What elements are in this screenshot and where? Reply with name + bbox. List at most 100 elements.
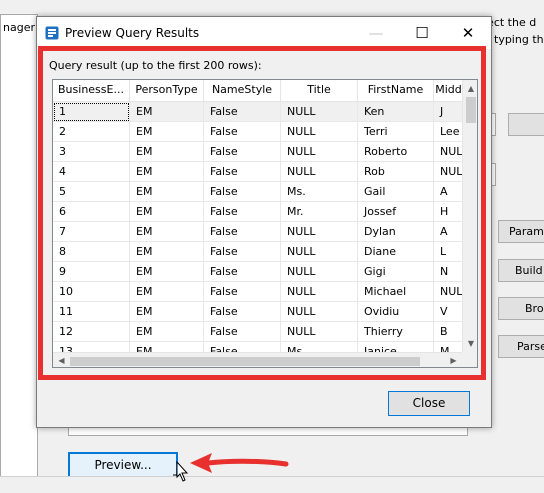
scroll-left-icon[interactable]: ◀ xyxy=(53,353,70,367)
table-cell[interactable]: Terri xyxy=(358,122,434,142)
table-cell[interactable]: Ms. xyxy=(281,182,358,202)
table-cell[interactable]: Gigi xyxy=(358,262,434,282)
table-cell[interactable]: EM xyxy=(130,142,204,162)
table-cell[interactable]: NULL xyxy=(434,282,464,302)
close-button[interactable]: Close xyxy=(388,391,470,416)
column-header[interactable]: Midd xyxy=(434,80,464,102)
table-cell[interactable]: J xyxy=(434,102,464,122)
table-cell[interactable]: EM xyxy=(130,322,204,342)
table-cell[interactable]: NULL xyxy=(281,142,358,162)
table-cell[interactable]: EM xyxy=(130,162,204,182)
table-cell[interactable]: 3 xyxy=(53,142,130,162)
table-cell[interactable]: NULL xyxy=(281,122,358,142)
table-cell[interactable]: EM xyxy=(130,102,204,122)
table-cell[interactable]: Rob xyxy=(358,162,434,182)
table-row[interactable]: 4 EM False NULL Rob NULL xyxy=(53,162,464,182)
table-cell[interactable]: False xyxy=(204,122,281,142)
vertical-scrollbar[interactable]: ▲ ▼ xyxy=(462,80,477,352)
table-cell[interactable]: NULL xyxy=(281,242,358,262)
preview-button[interactable]: Preview... xyxy=(68,452,178,478)
table-cell[interactable]: A xyxy=(434,182,464,202)
table-cell[interactable]: Ken xyxy=(358,102,434,122)
scroll-up-icon[interactable]: ▲ xyxy=(463,80,477,97)
table-cell[interactable]: 2 xyxy=(53,122,130,142)
background-button[interactable] xyxy=(508,113,544,136)
table-cell[interactable]: EM xyxy=(130,122,204,142)
table-row[interactable]: 6 EM False Mr. Jossef H xyxy=(53,202,464,222)
horizontal-scrollbar[interactable]: ◀ ▶ xyxy=(53,352,462,367)
table-cell[interactable]: N xyxy=(434,262,464,282)
table-cell[interactable]: Thierry xyxy=(358,322,434,342)
dialog-title-bar[interactable]: Preview Query Results — ☐ ✕ xyxy=(37,17,491,49)
vertical-scroll-thumb[interactable] xyxy=(466,97,476,123)
table-cell[interactable]: 11 xyxy=(53,302,130,322)
table-cell[interactable]: NULL xyxy=(281,162,358,182)
table-cell[interactable]: 8 xyxy=(53,242,130,262)
table-cell[interactable]: A xyxy=(434,222,464,242)
table-cell[interactable]: V xyxy=(434,302,464,322)
table-cell[interactable]: L xyxy=(434,242,464,262)
table-cell[interactable]: NULL xyxy=(281,102,358,122)
minimize-button[interactable]: — xyxy=(353,17,399,49)
table-cell[interactable]: Ovidiu xyxy=(358,302,434,322)
table-cell[interactable]: EM xyxy=(130,202,204,222)
table-cell[interactable]: NULL xyxy=(281,222,358,242)
horizontal-scroll-thumb[interactable] xyxy=(70,357,420,366)
table-row[interactable]: 12 EM False NULL Thierry B xyxy=(53,322,464,342)
window-close-button[interactable]: ✕ xyxy=(445,17,491,49)
table-cell[interactable]: 10 xyxy=(53,282,130,302)
table-cell[interactable]: 1 xyxy=(53,102,130,122)
table-cell[interactable]: False xyxy=(204,302,281,322)
table-cell[interactable]: B xyxy=(434,322,464,342)
table-cell[interactable]: False xyxy=(204,262,281,282)
table-cell[interactable]: False xyxy=(204,162,281,182)
table-cell[interactable]: Diane xyxy=(358,242,434,262)
table-cell[interactable]: EM xyxy=(130,182,204,202)
column-header[interactable]: FirstName xyxy=(358,80,434,102)
browse-button[interactable]: Bro xyxy=(498,297,544,320)
column-header[interactable]: NameStyle xyxy=(204,80,281,102)
table-cell[interactable]: 9 xyxy=(53,262,130,282)
build-query-button[interactable]: Build xyxy=(498,259,544,282)
table-cell[interactable]: EM xyxy=(130,302,204,322)
table-cell[interactable]: Jossef xyxy=(358,202,434,222)
table-cell[interactable]: NULL xyxy=(281,262,358,282)
parse-query-button[interactable]: Parse xyxy=(498,335,544,358)
table-row[interactable]: 11 EM False NULL Ovidiu V xyxy=(53,302,464,322)
table-cell[interactable]: NULL xyxy=(281,282,358,302)
table-cell[interactable]: Gail xyxy=(358,182,434,202)
table-cell[interactable]: 5 xyxy=(53,182,130,202)
column-header[interactable]: Title xyxy=(281,80,358,102)
table-cell[interactable]: 12 xyxy=(53,322,130,342)
table-cell[interactable]: False xyxy=(204,222,281,242)
table-cell[interactable]: NULL xyxy=(281,302,358,322)
table-row[interactable]: 7 EM False NULL Dylan A xyxy=(53,222,464,242)
table-cell[interactable]: False xyxy=(204,322,281,342)
parameters-button[interactable]: Param xyxy=(498,220,544,243)
table-cell[interactable]: EM xyxy=(130,242,204,262)
table-cell[interactable]: False xyxy=(204,142,281,162)
table-cell[interactable]: False xyxy=(204,102,281,122)
table-cell[interactable]: 4 xyxy=(53,162,130,182)
table-cell[interactable]: False xyxy=(204,242,281,262)
table-cell[interactable]: 6 xyxy=(53,202,130,222)
table-cell[interactable]: NULL xyxy=(281,322,358,342)
maximize-button[interactable]: ☐ xyxy=(399,17,445,49)
table-cell[interactable]: Michael xyxy=(358,282,434,302)
table-cell[interactable]: False xyxy=(204,182,281,202)
table-row[interactable]: 1 EM False NULL Ken J xyxy=(53,102,464,122)
table-row[interactable]: 8 EM False NULL Diane L xyxy=(53,242,464,262)
column-header[interactable]: BusinessE... xyxy=(53,80,130,102)
table-cell[interactable]: Lee xyxy=(434,122,464,142)
query-results-grid[interactable]: BusinessE... PersonType NameStyle Title … xyxy=(52,79,478,368)
table-cell[interactable]: Dylan xyxy=(358,222,434,242)
column-header[interactable]: PersonType xyxy=(130,80,204,102)
table-cell[interactable]: EM xyxy=(130,262,204,282)
table-row[interactable]: 10 EM False NULL Michael NULL xyxy=(53,282,464,302)
table-row[interactable]: 2 EM False NULL Terri Lee xyxy=(53,122,464,142)
table-cell[interactable]: Mr. xyxy=(281,202,358,222)
scroll-down-icon[interactable]: ▼ xyxy=(463,335,477,352)
scroll-right-icon[interactable]: ▶ xyxy=(445,353,462,367)
table-row[interactable]: 5 EM False Ms. Gail A xyxy=(53,182,464,202)
table-cell[interactable]: False xyxy=(204,282,281,302)
